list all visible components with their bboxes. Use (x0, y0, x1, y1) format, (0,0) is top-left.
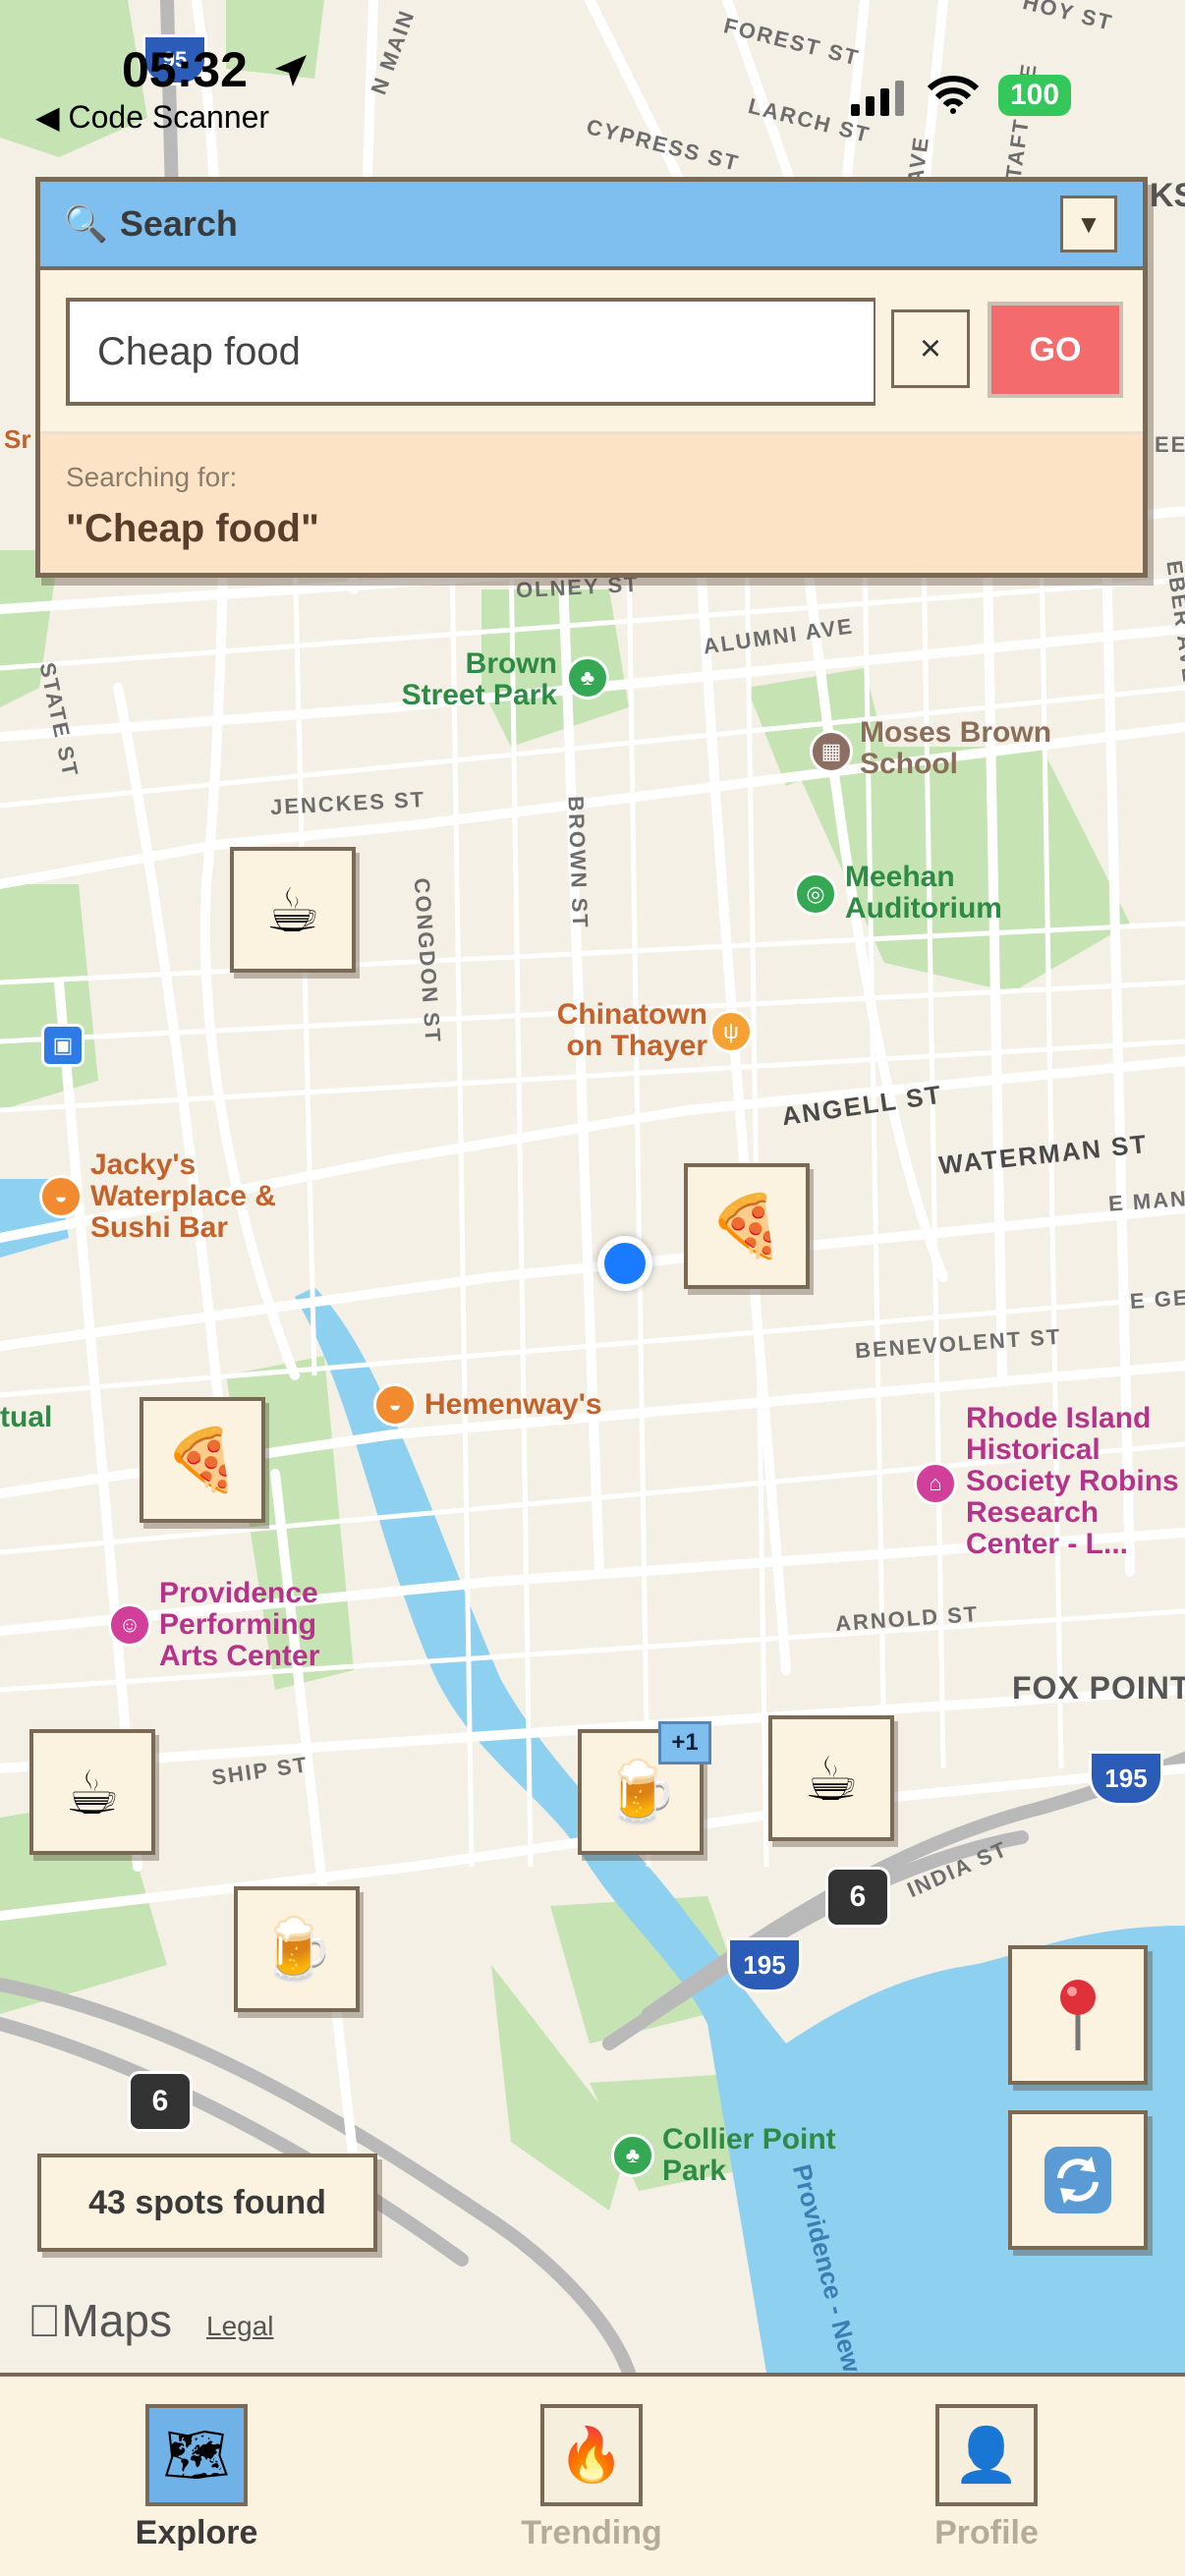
back-to-app-button[interactable]: ◀ Code Scanner (35, 98, 269, 136)
search-status: Searching for: "Cheap food" (40, 431, 1143, 573)
spot-marker-pizza[interactable]: 🍕 (684, 1163, 810, 1289)
spot-marker-pizza[interactable]: 🍕 (140, 1397, 265, 1523)
fire-icon: 🔥 (540, 2404, 643, 2506)
train-icon: ▣ (41, 1024, 85, 1067)
current-location-dot (597, 1236, 652, 1291)
spot-marker-coffee[interactable]: ☕ (29, 1729, 155, 1855)
poi-chinatown[interactable]: Chinatown on Thayer (531, 999, 707, 1062)
legal-link[interactable]: Legal (206, 2311, 274, 2342)
beer-icon: 🍺 (602, 1758, 679, 1826)
poi-ri-historical[interactable]: Rhode Island Historical Society Robins R… (966, 1403, 1185, 1560)
cluster-count-badge: +1 (658, 1721, 711, 1764)
poi-hemenways[interactable]: Hemenway's (424, 1389, 602, 1421)
searching-for-label: Searching for: (66, 462, 238, 492)
street-label: KST (1150, 177, 1185, 214)
poi-ppac[interactable]: Providence Performing Arts Center (159, 1578, 356, 1672)
theater-icon: ☺ (108, 1603, 151, 1647)
wifi-icon (928, 76, 979, 114)
spot-marker-coffee[interactable]: ☕ (230, 847, 356, 973)
poi-meehan-auditorium[interactable]: Meehan Auditorium (845, 862, 1061, 924)
interstate-shield-icon: 195 (727, 1937, 802, 1992)
spot-marker-coffee[interactable]: ☕ (768, 1715, 894, 1841)
refresh-icon (1044, 2147, 1111, 2213)
searching-query-text: "Cheap food" (66, 507, 319, 550)
location-arrow-icon (275, 55, 307, 86)
street-label: EEM (1155, 432, 1185, 457)
tab-explore-label: Explore (135, 2514, 258, 2551)
apple-icon:  (28, 2295, 62, 2346)
poi-brown-street-park[interactable]: Brown Street Park (385, 648, 557, 711)
park-icon: ♣ (611, 2134, 654, 2177)
status-bar: 05:32 ◀ Code Scanner 100 (0, 0, 1185, 138)
refresh-button[interactable] (1008, 2110, 1148, 2250)
person-icon: 👤 (935, 2404, 1038, 2506)
magnifier-icon: 🔍 (64, 203, 108, 244)
pizza-icon: 🍕 (164, 1426, 241, 1494)
coffee-icon: ☕ (265, 876, 320, 945)
search-panel-header[interactable]: 🔍 Search ▼ (40, 182, 1143, 270)
clear-search-button[interactable]: × (891, 309, 970, 388)
neighborhood-label: FOX POINT (1012, 1670, 1185, 1706)
poi-label: tual (0, 1401, 53, 1433)
street-label: E MAN (1107, 1186, 1185, 1216)
park-icon: ♣ (566, 656, 609, 700)
coffee-icon: ☕ (65, 1759, 120, 1827)
search-panel: 🔍 Search ▼ Cheap food × GO Searching for… (35, 177, 1148, 578)
museum-icon: ⌂ (914, 1462, 957, 1505)
spot-marker-beer[interactable]: 🍺 (234, 1886, 360, 2012)
go-button[interactable]: GO (988, 302, 1123, 398)
back-chevron-icon: ◀ (35, 99, 69, 135)
tab-trending[interactable]: 🔥 Trending (493, 2404, 690, 2561)
street-label: E GE (1129, 1284, 1185, 1315)
spot-marker-beer[interactable]: 🍺 +1 (578, 1721, 711, 1855)
school-icon: ▦ (810, 730, 853, 773)
tab-explore[interactable]: 🗺 Explore (98, 2404, 295, 2561)
us-route-shield-icon: 6 (128, 2071, 193, 2132)
clock: 05:32 (122, 42, 248, 97)
cellular-signal-icon (851, 81, 904, 116)
apple-maps-logo: Maps (28, 2294, 172, 2347)
pizza-icon: 🍕 (708, 1192, 785, 1260)
beer-icon: 🍺 (258, 1915, 335, 1984)
tab-profile-label: Profile (934, 2514, 1039, 2551)
restaurant-icon: ◒ (373, 1383, 417, 1427)
street-label: BROWN ST (563, 795, 593, 930)
spots-found-counter: 43 spots found (37, 2154, 377, 2252)
tab-bar: 🗺 Explore 🔥 Trending 👤 Profile (0, 2373, 1185, 2576)
poi-label: Sr (4, 424, 31, 454)
tab-trending-label: Trending (521, 2514, 662, 2551)
us-route-shield-icon: 6 (825, 1867, 890, 1928)
sushi-icon: ◒ (39, 1175, 83, 1218)
map-icon: 🗺 (145, 2404, 248, 2506)
stadium-icon: ◎ (794, 872, 837, 916)
interstate-shield-icon: 195 (1089, 1751, 1163, 1806)
tab-profile[interactable]: 👤 Profile (888, 2404, 1085, 2561)
collapse-panel-button[interactable]: ▼ (1060, 196, 1117, 252)
drop-pin-button[interactable] (1008, 1945, 1148, 2085)
pin-icon (1060, 1980, 1096, 2050)
coffee-icon: ☕ (804, 1745, 859, 1814)
poi-jackys[interactable]: Jacky's Waterplace & Sushi Bar (90, 1149, 326, 1244)
battery-indicator: 100 (998, 75, 1071, 116)
search-input[interactable]: Cheap food (66, 298, 875, 406)
search-panel-title: Search (119, 203, 238, 244)
maps-brand-text: Maps (28, 2295, 172, 2346)
poi-moses-brown-school[interactable]: Moses Brown School (860, 717, 1096, 780)
restaurant-icon: ψ (709, 1010, 753, 1053)
